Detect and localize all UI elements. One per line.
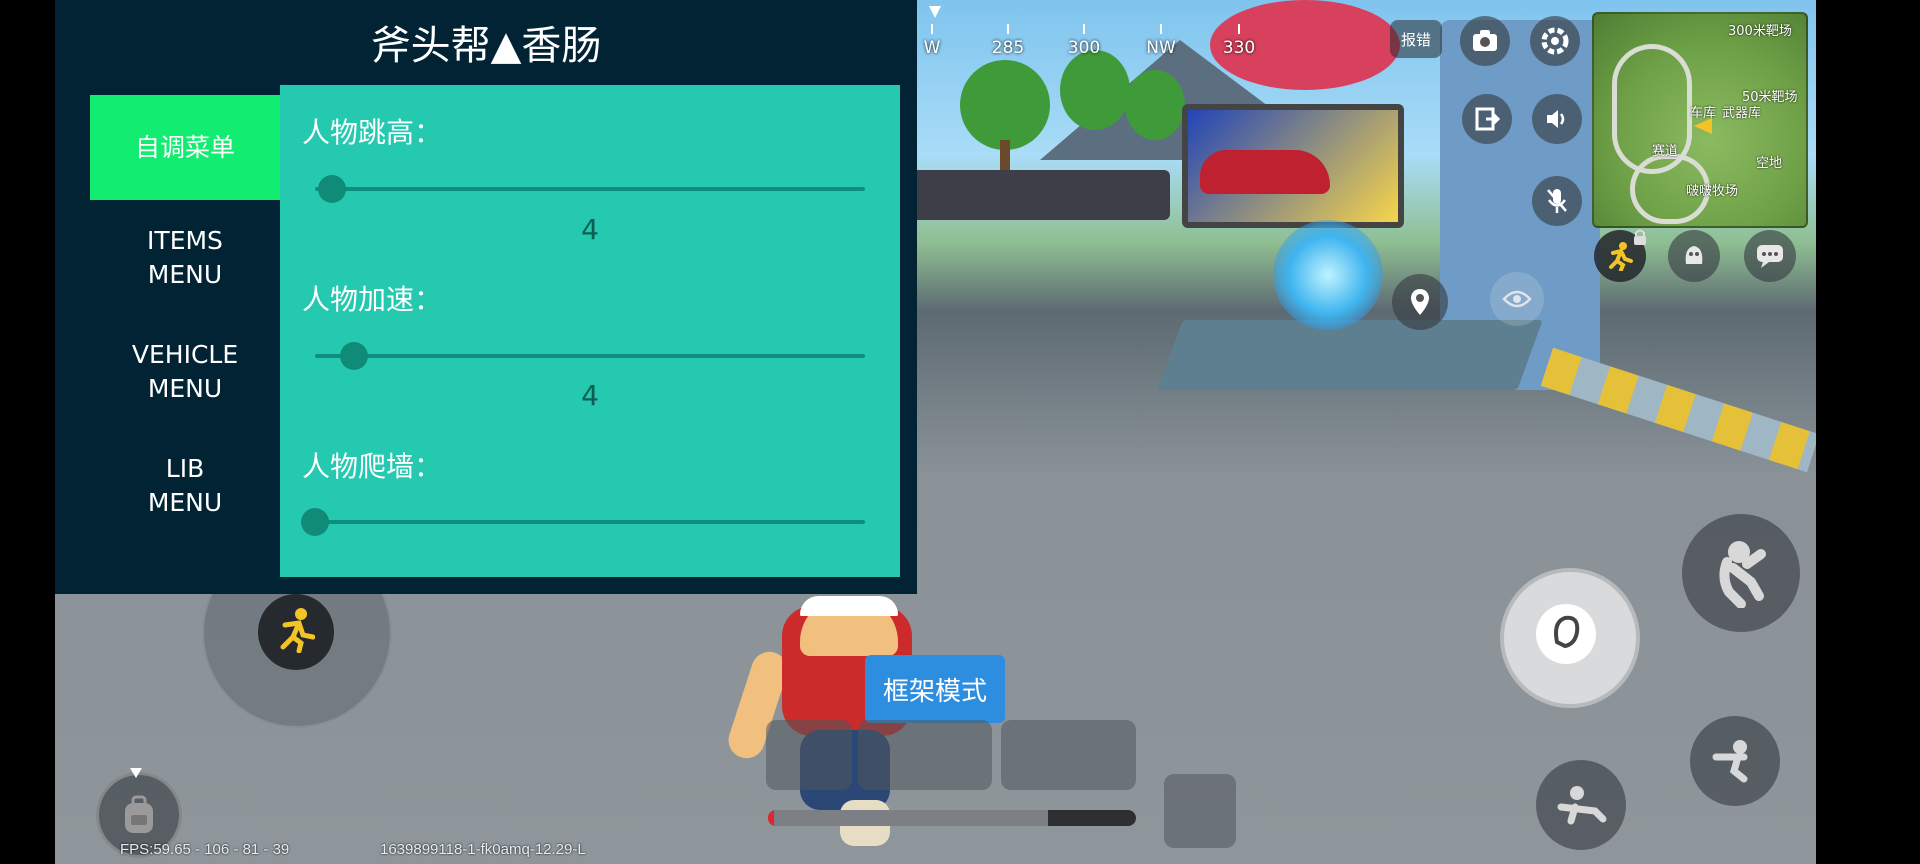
menu-tab-lib[interactable]: LIB MENU bbox=[90, 441, 280, 531]
item-slot[interactable] bbox=[1164, 774, 1236, 848]
minimap-label: 武器库 bbox=[1722, 106, 1762, 121]
gear-icon[interactable] bbox=[1530, 16, 1580, 66]
health-bar bbox=[768, 810, 1136, 826]
frame-mode-button[interactable]: 框架模式 bbox=[865, 655, 1005, 723]
speed-slider[interactable] bbox=[315, 342, 865, 370]
screen-letterbox-right bbox=[1816, 0, 1920, 864]
speed-slider-thumb[interactable] bbox=[339, 342, 368, 370]
item-slot[interactable] bbox=[766, 720, 852, 790]
health-bar-mark bbox=[768, 810, 774, 826]
chat-icon[interactable] bbox=[1744, 230, 1796, 282]
slider-label-jump: 人物跳高： bbox=[302, 116, 443, 149]
fps-readout: FPS:59.65 - 106 - 81 - 39 bbox=[120, 841, 290, 858]
fence bbox=[910, 170, 1170, 220]
prone-icon[interactable] bbox=[1536, 760, 1626, 850]
menu-tab-custom[interactable]: 自调菜单 bbox=[90, 95, 280, 200]
menu-tab-vehicle[interactable]: VEHICLE MENU bbox=[90, 327, 280, 417]
compass-label: 330 bbox=[1222, 38, 1256, 58]
menu-content: 人物跳高： 4 人物加速： 4 人物爬墙： bbox=[280, 85, 900, 577]
item-slot[interactable] bbox=[858, 720, 992, 790]
portal bbox=[1273, 220, 1383, 330]
billboard-car bbox=[1200, 150, 1330, 194]
tree bbox=[1060, 50, 1130, 130]
minimap-label: 啵啵牧场 bbox=[1686, 184, 1739, 199]
minimap-label: 赛道 bbox=[1652, 144, 1679, 159]
location-pin-icon[interactable] bbox=[1392, 274, 1448, 330]
minimap-label: 300米靶场 bbox=[1728, 24, 1792, 39]
caret-down-icon bbox=[130, 768, 142, 778]
item-slot[interactable] bbox=[1001, 720, 1136, 790]
jump-height-slider[interactable] bbox=[315, 175, 865, 203]
character-cap bbox=[800, 596, 898, 616]
compass-label: 285 bbox=[991, 38, 1025, 58]
minimap[interactable]: 300米靶场 50米靶场 车库 武器库 赛道 空地 啵啵牧场 bbox=[1592, 12, 1808, 228]
lock-icon bbox=[1632, 228, 1648, 250]
tree bbox=[1125, 70, 1185, 140]
mod-menu-panel: 斧头帮▲香肠 自调菜单 ITEMS MENU VEHICLE MENU LIB … bbox=[55, 0, 917, 594]
slider-label-speed: 人物加速： bbox=[302, 283, 443, 316]
report-button[interactable]: 报错 bbox=[1390, 20, 1442, 58]
player-marker-icon bbox=[1694, 118, 1712, 134]
minimap-label: 空地 bbox=[1756, 156, 1783, 171]
compass-label: W bbox=[923, 38, 941, 58]
fist-icon bbox=[1551, 612, 1581, 656]
eye-icon[interactable] bbox=[1490, 272, 1544, 326]
screen-letterbox-left bbox=[0, 0, 55, 864]
menu-tab-items[interactable]: ITEMS MENU bbox=[90, 213, 280, 303]
compass-label: NW bbox=[1146, 38, 1176, 58]
compass-heading-arrow bbox=[929, 6, 941, 18]
wall-climb-slider[interactable] bbox=[301, 508, 865, 536]
platform bbox=[1157, 320, 1543, 390]
emote-icon[interactable] bbox=[1668, 230, 1720, 282]
tree bbox=[960, 60, 1050, 150]
camera-icon[interactable] bbox=[1460, 16, 1510, 66]
build-id: 1639899118-1-fk0amq-12.29-L bbox=[380, 841, 586, 858]
run-icon bbox=[277, 607, 316, 657]
speaker-icon[interactable] bbox=[1532, 94, 1582, 144]
mod-menu-title: 斧头帮▲香肠 bbox=[370, 23, 602, 69]
speed-value: 4 bbox=[581, 379, 599, 412]
wall-climb-slider-thumb[interactable] bbox=[301, 508, 329, 536]
crouch-icon[interactable] bbox=[1690, 716, 1780, 806]
slider-label-wallclimb: 人物爬墙： bbox=[302, 450, 443, 483]
exit-icon[interactable] bbox=[1462, 94, 1512, 144]
road-stripe bbox=[1540, 347, 1820, 473]
compass-label: 300 bbox=[1067, 38, 1101, 58]
health-bar-fill bbox=[768, 810, 1048, 826]
mic-icon[interactable] bbox=[1532, 176, 1582, 226]
jump-height-slider-thumb[interactable] bbox=[317, 175, 346, 203]
jump-height-value: 4 bbox=[581, 213, 599, 246]
jump-icon[interactable] bbox=[1682, 514, 1800, 632]
